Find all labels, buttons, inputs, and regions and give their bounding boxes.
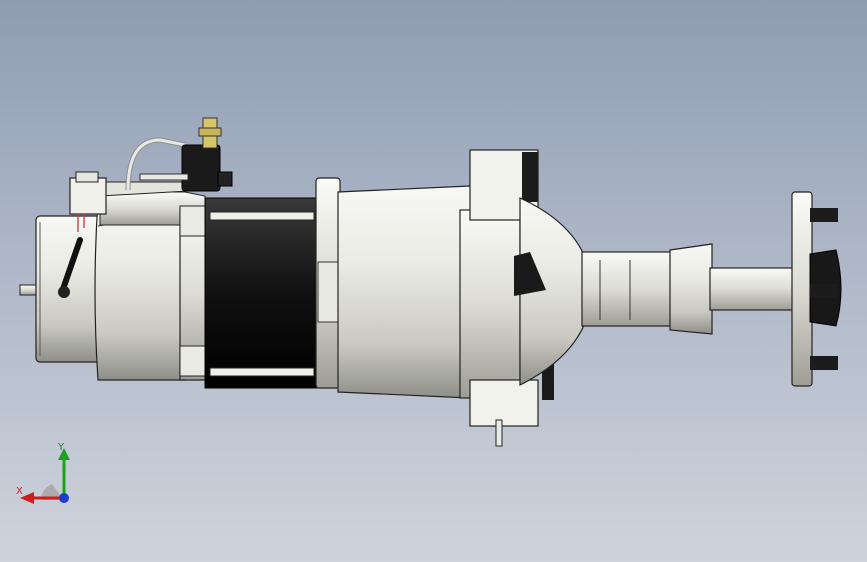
solenoid-valve bbox=[181, 144, 221, 192]
x-axis-label: X bbox=[16, 486, 23, 497]
motor-gearbox-assembly-icon[interactable] bbox=[0, 0, 867, 562]
gearbox-block bbox=[459, 209, 521, 399]
axis-triad-icon bbox=[20, 448, 70, 504]
output-shaft bbox=[709, 267, 801, 311]
stator-band bbox=[204, 197, 320, 389]
electrical-connector bbox=[69, 177, 107, 215]
view-orientation-triad: X Y bbox=[12, 440, 82, 510]
hub-flange bbox=[791, 191, 813, 387]
y-axis-label: Y bbox=[58, 442, 65, 453]
motor-housing-rear bbox=[94, 199, 186, 381]
graphics-viewport[interactable]: X Y bbox=[0, 0, 867, 562]
